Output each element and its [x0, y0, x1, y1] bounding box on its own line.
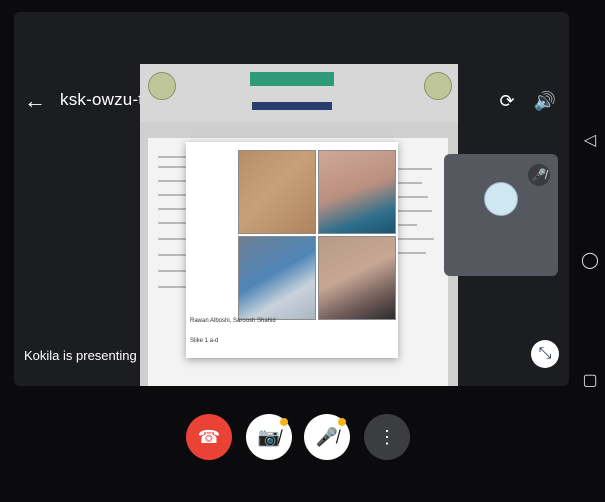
square-recents-icon: ▢: [582, 372, 598, 389]
shared-header: [140, 64, 458, 122]
mic-off-icon: 🎤̸: [315, 427, 339, 447]
shared-logo-left: [148, 72, 176, 100]
figure-image-a: [238, 150, 316, 234]
compress-icon: ⤡: [538, 345, 552, 362]
speaker-icon: 🔊: [533, 91, 557, 111]
nav-back-button[interactable]: ◁: [581, 132, 599, 150]
presenting-label: Kokila is presenting: [24, 348, 137, 363]
android-navigation-bar: ◁ ◯ ▢: [575, 0, 605, 502]
switch-camera-button[interactable]: ⟳: [494, 88, 520, 114]
phone-hangup-icon: ☎: [197, 427, 221, 447]
call-controls: ☎ 📷̸ 🎤̸ ⋮: [0, 396, 570, 488]
triangle-back-icon: ◁: [583, 132, 597, 149]
shared-screen: Rawan Alboshi, Saroosh Shahid Slike 1 a-…: [140, 64, 458, 386]
back-button[interactable]: ←: [22, 88, 48, 114]
circle-home-icon: ◯: [581, 252, 599, 269]
participant-avatar: [484, 182, 518, 216]
camera-off-icon: 📷̸: [257, 427, 281, 447]
end-call-button[interactable]: ☎: [186, 414, 232, 460]
more-options-button[interactable]: ⋮: [364, 414, 410, 460]
switch-camera-icon: ⟳: [499, 91, 515, 111]
shared-logo-right: [424, 72, 452, 100]
speaker-button[interactable]: 🔊: [532, 88, 558, 114]
compress-button[interactable]: ⤡: [531, 340, 559, 368]
self-view-thumbnail[interactable]: 🎤̸: [444, 154, 558, 276]
arrow-back-icon: ←: [24, 88, 46, 113]
shared-subtitle-bar: [252, 102, 332, 110]
camera-badge-icon: [280, 418, 288, 426]
microphone-toggle-button[interactable]: 🎤̸: [304, 414, 350, 460]
figure-image-grid: [238, 150, 396, 320]
figure-image-d: [318, 236, 396, 320]
camera-toggle-button[interactable]: 📷̸: [246, 414, 292, 460]
video-stage: ← ksk-owzu-tzj › ⟳ 🔊: [14, 12, 569, 386]
meet-screen: ← ksk-owzu-tzj › ⟳ 🔊: [0, 0, 605, 502]
shared-figure-card: Rawan Alboshi, Saroosh Shahid Slike 1 a-…: [186, 142, 398, 358]
more-vert-icon: ⋮: [378, 427, 396, 447]
thumbnail-mic-off-button: 🎤̸: [528, 164, 550, 186]
nav-recents-button[interactable]: ▢: [581, 372, 599, 390]
figure-image-b: [318, 150, 396, 234]
figure-image-c: [238, 236, 316, 320]
figure-label: Slike 1 a-d: [190, 338, 219, 344]
shared-title-bar: [250, 72, 334, 86]
mic-badge-icon: [338, 418, 346, 426]
mic-off-icon: 🎤̸: [531, 168, 547, 182]
nav-home-button[interactable]: ◯: [581, 252, 599, 270]
figure-caption: Rawan Alboshi, Saroosh Shahid: [190, 318, 276, 324]
